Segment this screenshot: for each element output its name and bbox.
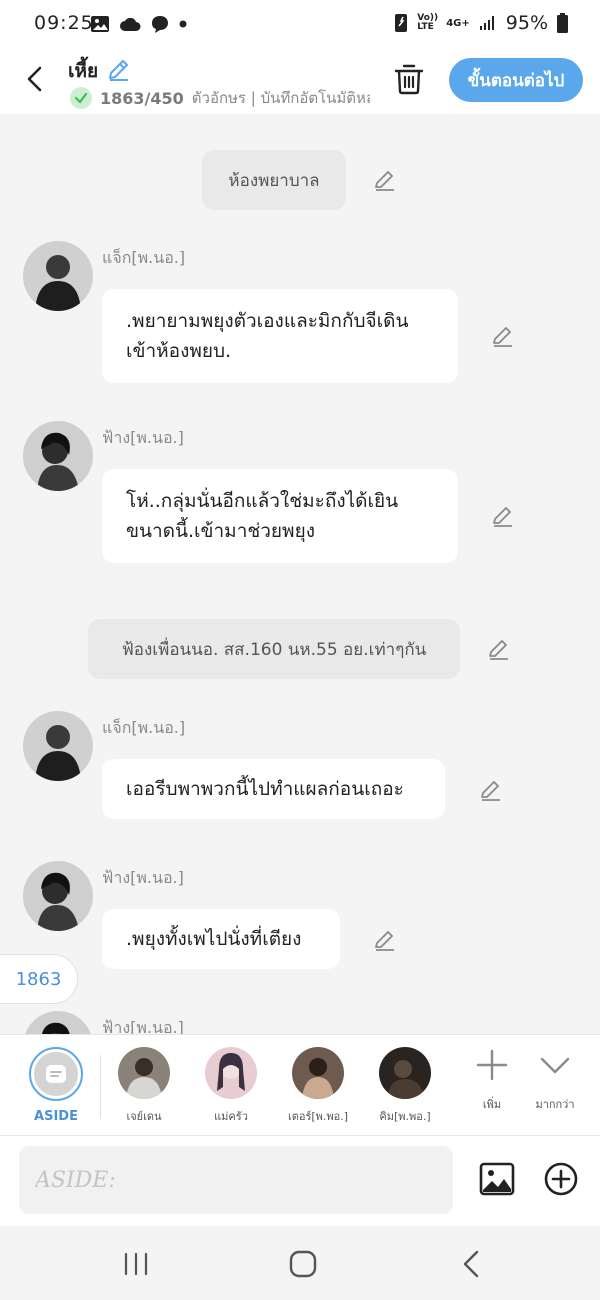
character-name: แม่ครัว xyxy=(214,1110,248,1123)
aside-label: ASIDE xyxy=(34,1109,78,1124)
character-avatar xyxy=(205,1047,257,1099)
speaker-name: ฟ้าง[พ.นอ.] xyxy=(102,428,184,447)
navigation-bar xyxy=(0,1226,600,1300)
gallery-icon xyxy=(91,16,109,32)
chevron-down-icon xyxy=(540,1057,570,1074)
speaker-name: ฟ้าง[พ.นอ.] xyxy=(102,1018,184,1034)
cloud-icon xyxy=(120,17,141,31)
message-bubble[interactable]: .พยุงทั้งเพไปนั่งที่เตียง xyxy=(102,909,340,969)
edit-message-icon[interactable] xyxy=(490,323,516,349)
character-name: เจย์เดน xyxy=(126,1110,162,1123)
message-bubble[interactable]: โห่..กลุ่มนั่นอีกแล้วใช่มะถึงได้เยินขนาด… xyxy=(102,469,458,563)
edit-title-icon[interactable] xyxy=(106,56,132,82)
avatar[interactable] xyxy=(23,421,93,491)
input-row xyxy=(0,1136,600,1226)
character-avatar xyxy=(292,1047,344,1099)
speaker-name: แจ็ก[พ.นอ.] xyxy=(102,718,186,737)
dot-icon xyxy=(179,20,187,28)
chat-icon xyxy=(152,16,168,33)
char-count-label: ตัวอักษร | บันทึกอัตโนมัติหล xyxy=(191,89,370,107)
status-time: 09:25 xyxy=(34,12,94,34)
char-count: 1863/450 xyxy=(100,88,184,108)
message-input[interactable] xyxy=(19,1146,453,1214)
status-bar: 09:25 Vo)) LTE 4G+ 95% xyxy=(0,0,600,48)
image-icon[interactable] xyxy=(479,1162,515,1196)
char-counter-badge: 1863 xyxy=(0,954,78,1004)
scene-label[interactable]: ห้องพยาบาล xyxy=(202,150,346,210)
add-character-button[interactable]: เพิ่ม xyxy=(462,1049,522,1113)
edit-scene-icon[interactable] xyxy=(372,167,398,193)
scene-label[interactable]: ฟ้องเพื่อนนอ. สส.160 นห.55 อย.เท่าๆกัน xyxy=(88,619,460,679)
status-left-icons xyxy=(90,14,187,34)
4g-icon: 4G+ xyxy=(446,17,470,29)
check-icon xyxy=(70,87,92,109)
nfc-icon xyxy=(395,14,408,32)
character-name: เตอร์[พ.พอ.] xyxy=(287,1110,349,1123)
message-bubble[interactable]: .พยายามพยุงตัวเองและมิกกับจีเดินเข้าห้อง… xyxy=(102,289,458,383)
battery-icon xyxy=(557,13,568,33)
volte-icon: Vo)) LTE xyxy=(417,13,439,32)
plus-icon xyxy=(476,1049,508,1081)
more-label: มากกว่า xyxy=(535,1098,575,1111)
avatar[interactable] xyxy=(23,241,93,311)
back-icon[interactable] xyxy=(22,64,50,94)
character-item[interactable]: คิม[พ.พอ.] xyxy=(365,1047,445,1125)
aside-button[interactable] xyxy=(29,1047,83,1101)
add-circle-icon[interactable] xyxy=(544,1162,578,1196)
more-button[interactable]: มากกว่า xyxy=(525,1049,585,1113)
character-item[interactable]: แม่ครัว xyxy=(191,1047,271,1125)
edit-scene-icon[interactable] xyxy=(486,636,512,662)
avatar[interactable] xyxy=(23,1011,93,1034)
edit-message-icon[interactable] xyxy=(372,927,398,953)
next-step-button[interactable]: ขั้นตอนต่อไป xyxy=(449,58,583,102)
speaker-name: ฟ้าง[พ.นอ.] xyxy=(102,868,184,887)
character-item[interactable]: เจย์เดน xyxy=(104,1047,184,1125)
message-bubble[interactable]: เออรีบพาพวกนี้ไปทำแผลก่อนเถอะ xyxy=(102,759,445,819)
home-icon[interactable] xyxy=(289,1250,317,1278)
chat-area[interactable]: ห้องพยาบาล แจ็ก[พ.นอ.] .พยายามพยุงตัวเอง… xyxy=(0,114,600,1034)
page-title: เหี้ย xyxy=(68,60,99,82)
speaker-name: แจ็ก[พ.นอ.] xyxy=(102,248,186,267)
character-bar: ASIDE เจย์เดน แม่ครัว เตอร์[พ.พอ.] คิม[พ… xyxy=(0,1034,600,1136)
trash-icon[interactable] xyxy=(394,62,424,96)
add-label: เพิ่ม xyxy=(482,1098,502,1111)
divider xyxy=(100,1055,101,1119)
character-name: คิม[พ.พอ.] xyxy=(379,1110,431,1123)
status-right-icons: Vo)) LTE 4G+ 95% xyxy=(394,12,568,34)
avatar[interactable] xyxy=(23,711,93,781)
character-item[interactable]: เตอร์[พ.พอ.] xyxy=(278,1047,358,1125)
recents-icon[interactable] xyxy=(123,1252,149,1276)
aside-icon xyxy=(46,1065,66,1083)
character-avatar xyxy=(118,1047,170,1099)
char-count-row: 1863/450 ตัวอักษร | บันทึกอัตโนมัติหล xyxy=(70,86,370,110)
header: เหี้ย 1863/450 ตัวอักษร | บันทึกอัตโนมัต… xyxy=(0,48,600,114)
signal-icon xyxy=(479,16,494,30)
avatar[interactable] xyxy=(23,861,93,931)
nav-back-icon[interactable] xyxy=(461,1250,481,1278)
battery-percent: 95% xyxy=(505,12,548,34)
edit-message-icon[interactable] xyxy=(490,503,516,529)
character-avatar xyxy=(379,1047,431,1099)
edit-message-icon[interactable] xyxy=(478,777,504,803)
